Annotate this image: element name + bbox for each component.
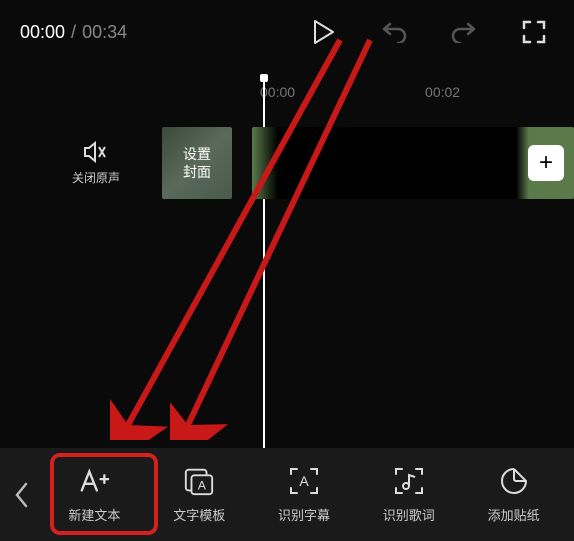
time-separator: /	[71, 22, 76, 43]
tool-label: 新建文本	[68, 505, 120, 524]
time-marks: 00:00 00:02	[0, 84, 574, 100]
text-template-icon: A	[183, 465, 215, 497]
timeline-area: 00:00 00:02 关闭原声 设置 封面 +	[0, 64, 574, 202]
video-clip[interactable]: +	[252, 127, 574, 199]
time-mark: 00:02	[425, 84, 460, 100]
time-current: 00:00	[20, 22, 65, 43]
svg-text:A: A	[299, 473, 309, 489]
sticker-icon	[498, 465, 530, 497]
tool-new-text[interactable]: 新建文本	[42, 465, 147, 524]
new-text-icon	[78, 465, 110, 497]
tool-label: 识别歌词	[383, 505, 435, 524]
time-mark: 00:00	[260, 84, 295, 100]
top-controls	[310, 18, 554, 46]
cover-label: 设置 封面	[183, 145, 211, 181]
plus-icon: +	[539, 149, 553, 177]
track-row: 关闭原声 设置 封面 +	[0, 124, 574, 202]
tool-recognize-lyrics[interactable]: 识别歌词	[356, 465, 461, 524]
fullscreen-button[interactable]	[520, 18, 548, 46]
mute-button[interactable]: 关闭原声	[60, 141, 132, 186]
tool-add-sticker[interactable]: 添加贴纸	[461, 465, 566, 524]
top-bar: 00:00 / 00:34	[0, 0, 574, 64]
mute-label: 关闭原声	[72, 169, 120, 186]
recognize-lyrics-icon	[393, 465, 425, 497]
tool-label: 识别字幕	[278, 505, 330, 524]
add-clip-button[interactable]: +	[528, 145, 564, 181]
bottom-toolbar: 新建文本 A 文字模板 A 识别字幕 识别歌词 添加贴纸	[0, 448, 574, 541]
cover-thumbnail[interactable]: 设置 封面	[162, 127, 232, 199]
time-total: 00:34	[82, 22, 127, 43]
undo-button[interactable]	[380, 18, 408, 46]
mute-icon	[83, 141, 109, 163]
tool-recognize-subtitle[interactable]: A 识别字幕	[252, 465, 357, 524]
tool-label: 文字模板	[173, 505, 225, 524]
svg-text:A: A	[198, 478, 207, 492]
tool-label: 添加贴纸	[488, 505, 540, 524]
recognize-subtitle-icon: A	[288, 465, 320, 497]
play-button[interactable]	[310, 18, 338, 46]
back-button[interactable]	[0, 448, 42, 541]
tool-text-template[interactable]: A 文字模板	[147, 465, 252, 524]
redo-button[interactable]	[450, 18, 478, 46]
